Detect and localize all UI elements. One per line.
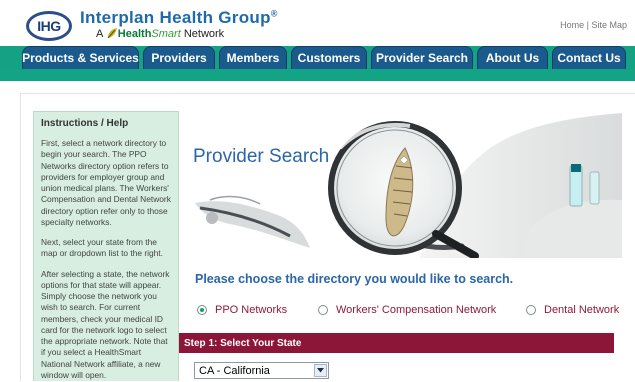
- nav-about-us[interactable]: About Us: [477, 46, 548, 69]
- instructions-panel: Instructions / Help First, select a netw…: [33, 111, 179, 381]
- nav-band: [0, 69, 635, 81]
- radio-label: Workers' Compensation Network: [336, 304, 497, 316]
- instructions-paragraph-3: After selecting a state, the network opt…: [41, 268, 170, 380]
- state-select[interactable]: CA - California: [194, 362, 329, 379]
- chevron-down-icon[interactable]: [314, 364, 327, 377]
- radio-button[interactable]: [526, 305, 536, 315]
- tagline-prefix: A: [96, 28, 103, 40]
- nav-products-services[interactable]: Products & Services: [22, 46, 139, 69]
- tagline-smart: Smart: [151, 28, 181, 40]
- radio-button[interactable]: [197, 305, 207, 315]
- step1-header: Step 1: Select Your State: [179, 333, 614, 353]
- brand-name: Interplan Health Group®: [80, 8, 278, 28]
- instructions-title: Instructions / Help: [41, 118, 129, 129]
- radio-label: Dental Network: [544, 304, 620, 316]
- nav-members[interactable]: Members: [219, 46, 287, 69]
- page-title: Provider Search: [193, 146, 330, 167]
- instructions-paragraph-1: First, select a network directory to beg…: [41, 138, 171, 227]
- ihg-logo[interactable]: IHG: [26, 11, 72, 41]
- brand-name-text: Interplan Health Group: [80, 8, 271, 27]
- main-nav: Products & Services Providers Members Cu…: [0, 46, 635, 69]
- nav-customers[interactable]: Customers: [291, 46, 367, 69]
- radio-button[interactable]: [318, 305, 328, 315]
- instructions-paragraph-2: Next, select your state from the map or …: [41, 237, 163, 259]
- nav-contact-us[interactable]: Contact Us: [552, 46, 626, 69]
- tagline-health: Health: [117, 28, 152, 40]
- radio-dental-network[interactable]: Dental Network: [526, 302, 619, 318]
- radio-workers-compensation[interactable]: Workers' Compensation Network: [318, 302, 496, 318]
- home-link[interactable]: Home: [560, 20, 584, 30]
- registered-mark: ®: [270, 8, 278, 19]
- radio-ppo-networks[interactable]: PPO Networks: [197, 302, 287, 318]
- provider-search-hero-image: [190, 108, 622, 258]
- sitemap-link[interactable]: Site Map: [591, 20, 627, 30]
- site-header: IHG Interplan Health Group® A HealthSmar…: [0, 0, 635, 46]
- state-select-value: CA - California: [199, 364, 270, 377]
- directory-prompt: Please choose the directory you would li…: [195, 272, 514, 286]
- nav-providers[interactable]: Providers: [143, 46, 215, 69]
- tagline-suffix: Network: [183, 28, 225, 40]
- leaf-icon: [107, 28, 117, 39]
- top-links: Home | Site Map: [560, 20, 627, 30]
- radio-label: PPO Networks: [215, 304, 288, 316]
- nav-provider-search[interactable]: Provider Search: [371, 46, 473, 69]
- content-divider: [20, 93, 21, 381]
- brand-tagline: A HealthSmart Network: [96, 27, 224, 40]
